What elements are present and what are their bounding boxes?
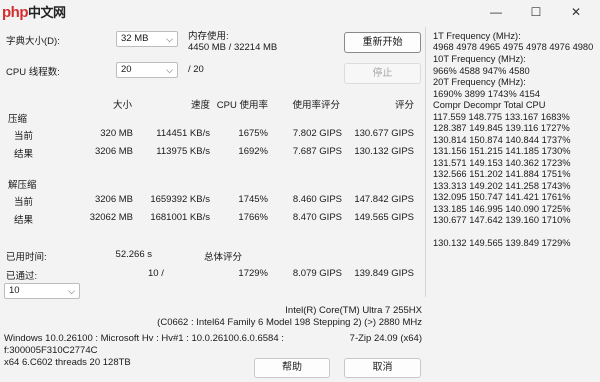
size-cell: 320 MB: [100, 128, 133, 139]
row-label: 结果: [14, 215, 34, 226]
speed-cell: 114451 KB/s: [156, 128, 210, 139]
freq-line: 1T Frequency (MHz):: [433, 31, 521, 41]
passes-select-value: 10: [9, 285, 20, 296]
freq-line: 4968 4978 4965 4975 4978 4976 4980: [433, 42, 594, 52]
header-rating-per-usage: 使用率评分: [292, 100, 340, 111]
freq-row: 133.313 149.202 141.258 1743%: [433, 181, 571, 191]
cancel-button[interactable]: 取消: [344, 358, 421, 378]
rating-cell: 147.842 GIPS: [354, 194, 414, 205]
passes-label: 已通过:: [6, 271, 38, 282]
help-button[interactable]: 帮助: [254, 358, 330, 378]
elapsed-value: 52.266 s: [115, 249, 152, 260]
freq-line: 10T Frequency (MHz):: [433, 54, 526, 64]
cpu-name: Intel(R) Core(TM) Ultra 7 255HX: [285, 305, 422, 316]
rating-cell: 130.132 GIPS: [354, 146, 414, 157]
freq-row: 131.156 151.215 141.185 1730%: [433, 146, 571, 156]
rating-cell: 149.565 GIPS: [354, 212, 414, 223]
firmware-id: f:300005F310C2774C: [4, 345, 98, 356]
threads-value: 20: [121, 64, 132, 75]
freq-line: 20T Frequency (MHz):: [433, 77, 526, 87]
freq-line: 1690% 3899 1743% 4154: [433, 89, 541, 99]
speed-cell: 1659392 KB/s: [150, 194, 210, 205]
cpu-cell: 1675%: [238, 128, 268, 139]
stop-button[interactable]: 停止: [344, 63, 421, 84]
header-cpu: CPU 使用率: [216, 100, 268, 111]
total-label: 总体评分: [204, 252, 243, 263]
memory-value: 4450 MB / 32214 MB: [188, 42, 278, 53]
chevron-down-icon: ⌵: [166, 65, 173, 75]
freq-row: 133.185 146.995 140.090 1725%: [433, 204, 571, 214]
title-bar: php中文网 — ☐ ✕: [0, 0, 600, 24]
freq-row: 130.677 147.642 139.160 1710%: [433, 215, 571, 225]
cpu-cell: 1766%: [238, 212, 268, 223]
cpu-cell: 1692%: [238, 146, 268, 157]
row-label: 结果: [14, 149, 34, 160]
freq-header: Compr Decompr Total CPU: [433, 100, 546, 110]
rating-cell: 130.677 GIPS: [354, 128, 414, 139]
chevron-down-icon: ⌵: [166, 34, 173, 44]
header-size: 大小: [112, 100, 132, 111]
total-rating: 139.849 GIPS: [354, 268, 414, 279]
passes-value: 10 /: [148, 268, 164, 279]
size-cell: 3206 MB: [94, 146, 133, 157]
rpu-cell: 8.470 GIPS: [292, 212, 342, 223]
freq-line: 966% 4588 947% 4580: [433, 66, 530, 76]
threads-label: CPU 线程数:: [6, 67, 60, 78]
cpu-cell: 1745%: [238, 194, 268, 205]
freq-row: 130.814 150.874 140.844 1737%: [433, 135, 571, 145]
dictionary-label: 字典大小(D):: [6, 36, 60, 47]
rpu-cell: 7.687 GIPS: [292, 146, 342, 157]
header-speed: 速度: [190, 100, 210, 111]
arch-info: x64 6.C602 threads 20 128TB: [4, 357, 131, 368]
compress-title: 压缩: [8, 114, 28, 125]
restart-button[interactable]: 重新开始: [344, 32, 421, 53]
watermark-php: php: [2, 4, 29, 21]
minimize-button[interactable]: —: [476, 2, 516, 22]
row-label: 当前: [14, 197, 34, 208]
freq-row: 131.571 149.153 140.362 1723%: [433, 158, 571, 168]
os-info: Windows 10.0.26100 : Microsoft Hv : Hv#1…: [4, 333, 284, 344]
memory-label: 内存使用:: [188, 31, 229, 42]
freq-total-row: 130.132 149.565 139.849 1729%: [433, 238, 571, 248]
threads-total: / 20: [188, 64, 204, 75]
rpu-cell: 8.460 GIPS: [292, 194, 342, 205]
panel-divider: [425, 27, 426, 297]
maximize-button[interactable]: ☐: [516, 2, 556, 22]
size-cell: 3206 MB: [94, 194, 133, 205]
passes-select[interactable]: 10 ⌵: [4, 283, 80, 299]
threads-select[interactable]: 20 ⌵: [116, 62, 178, 78]
freq-row: 132.095 150.747 141.421 1761%: [433, 192, 571, 202]
dictionary-select[interactable]: 32 MB ⌵: [116, 31, 178, 47]
close-button[interactable]: ✕: [556, 2, 596, 22]
chevron-down-icon: ⌵: [68, 286, 75, 296]
rpu-cell: 7.802 GIPS: [292, 128, 342, 139]
total-rpu: 8.079 GIPS: [292, 268, 342, 279]
row-label: 当前: [14, 131, 34, 142]
freq-row: 128.387 149.845 139.116 1727%: [433, 123, 570, 133]
freq-row: 117.559 148.775 133.167 1683%: [433, 112, 570, 122]
freq-row: 132.566 151.202 141.884 1751%: [433, 169, 571, 179]
version-label: 7-Zip 24.09 (x64): [349, 333, 422, 344]
watermark-logo: php中文网: [2, 2, 66, 21]
speed-cell: 113975 KB/s: [156, 146, 210, 157]
elapsed-label: 已用时间:: [6, 252, 47, 263]
speed-cell: 1681001 KB/s: [150, 212, 210, 223]
size-cell: 32062 MB: [89, 212, 133, 223]
cpu-details: (C0662 : Intel64 Family 6 Model 198 Step…: [157, 317, 422, 328]
header-rating: 评分: [394, 100, 414, 111]
total-cpu: 1729%: [238, 268, 268, 279]
dictionary-value: 32 MB: [121, 33, 149, 44]
watermark-cn: 中文网: [28, 5, 66, 20]
decompress-title: 解压缩: [8, 180, 37, 191]
